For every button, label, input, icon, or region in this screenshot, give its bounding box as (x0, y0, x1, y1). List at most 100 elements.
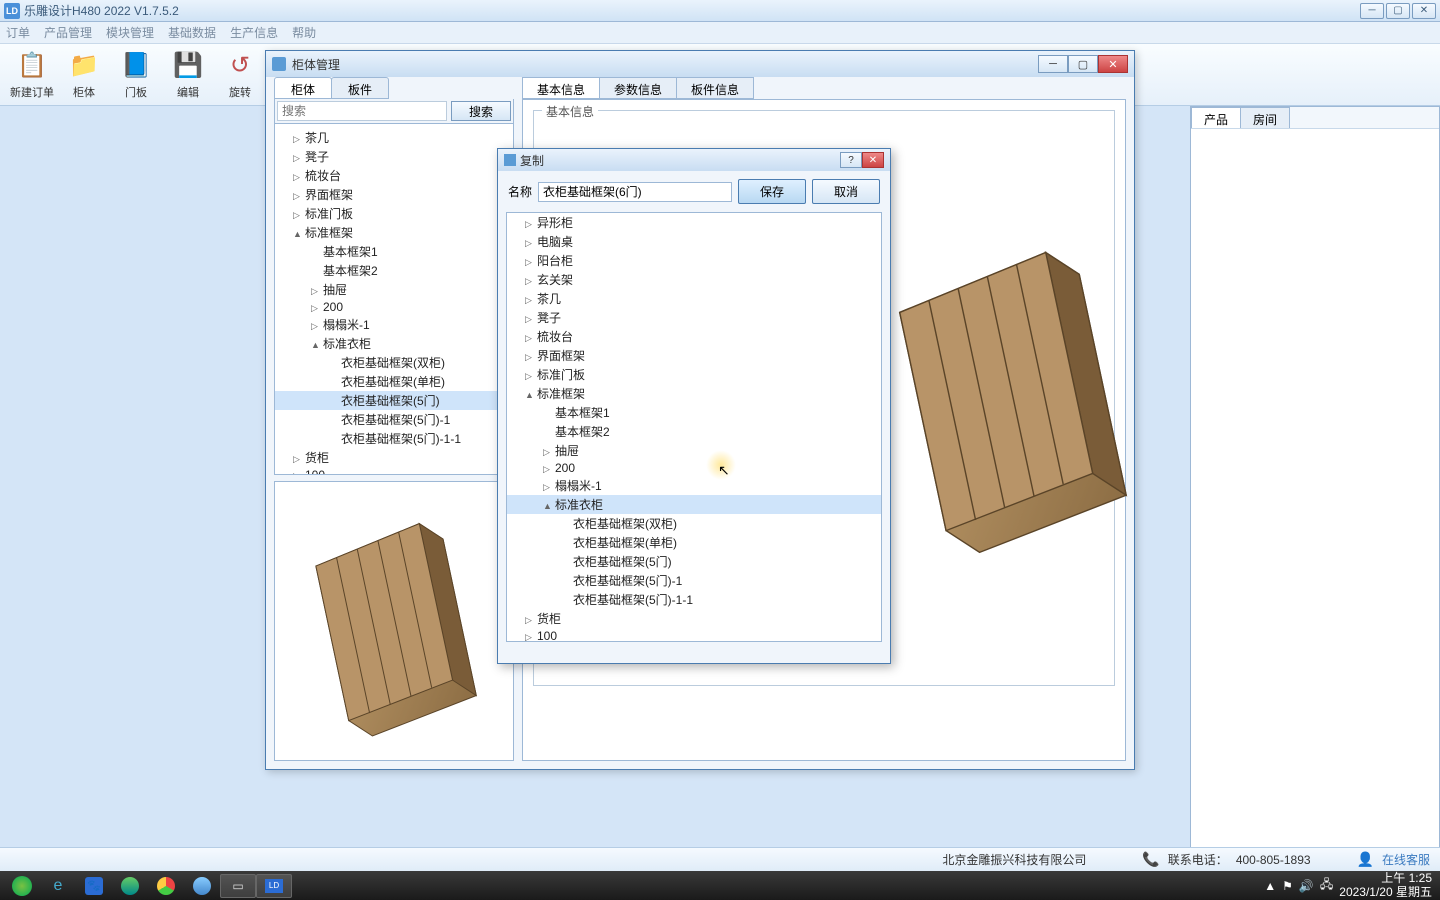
menu-product[interactable]: 产品管理 (44, 24, 92, 41)
close-button[interactable]: ✕ (1412, 3, 1436, 19)
tree-item[interactable]: ▷界面框架 (507, 346, 881, 365)
expand-icon[interactable]: ▷ (293, 471, 303, 475)
expand-icon[interactable]: ▷ (525, 371, 535, 382)
win1-minimize-button[interactable]: ─ (1038, 55, 1068, 73)
tree-item[interactable]: ▷梳妆台 (507, 327, 881, 346)
tree-item[interactable]: ▷阳台柜 (507, 251, 881, 270)
tab-param-info[interactable]: 参数信息 (599, 77, 677, 99)
taskbar-clock[interactable]: 上午 1:25 2023/1/20 星期五 (1339, 872, 1436, 898)
explorer-icon[interactable]: ▭ (220, 874, 256, 898)
chrome-icon[interactable] (148, 874, 184, 898)
tree-item[interactable]: ▷电脑桌 (507, 232, 881, 251)
tree-item[interactable]: ▷抽屉 (275, 280, 513, 299)
tray-flag-icon[interactable]: ⚑ (1282, 879, 1293, 893)
expand-icon[interactable]: ▷ (543, 447, 553, 458)
win1-close-button[interactable]: ✕ (1098, 55, 1128, 73)
search-button[interactable]: 搜索 (451, 101, 511, 121)
expand-icon[interactable]: ▷ (525, 333, 535, 344)
tree-item[interactable]: ▷200 (507, 460, 881, 476)
tree-item[interactable]: ▷榻榻米-1 (275, 315, 513, 334)
copy-close-button[interactable]: ✕ (862, 152, 884, 168)
tree-item[interactable]: ▷茶几 (275, 128, 513, 147)
expand-icon[interactable]: ▷ (293, 134, 303, 145)
tree-item[interactable]: ▷茶几 (507, 289, 881, 308)
cabinet-tree[interactable]: ▷茶几▷凳子▷梳妆台▷界面框架▷标准门板▲标准框架基本框架1基本框架2▷抽屉▷2… (274, 124, 514, 475)
app1-icon[interactable] (184, 874, 220, 898)
tree-item[interactable]: 基本框架2 (275, 261, 513, 280)
expand-icon[interactable]: ▷ (311, 303, 321, 314)
maximize-button[interactable]: ▢ (1386, 3, 1410, 19)
tree-item[interactable]: 衣柜基础框架(5门) (507, 552, 881, 571)
tree-item[interactable]: ▷货柜 (275, 448, 513, 467)
ie-icon[interactable]: e (40, 874, 76, 898)
expand-icon[interactable]: ▷ (525, 276, 535, 287)
menu-production[interactable]: 生产信息 (230, 24, 278, 41)
tree-item[interactable]: ▷界面框架 (275, 185, 513, 204)
menu-module[interactable]: 模块管理 (106, 24, 154, 41)
tray-network-icon[interactable]: 🖧 (1320, 875, 1333, 896)
expand-icon[interactable]: ▷ (293, 454, 303, 465)
search-input[interactable] (277, 101, 447, 121)
tree-item[interactable]: ▷榻榻米-1 (507, 476, 881, 495)
tree-item[interactable]: ▷抽屉 (507, 441, 881, 460)
expand-icon[interactable]: ▷ (543, 464, 553, 475)
tab-product[interactable]: 产品 (1191, 107, 1241, 128)
tree-item[interactable]: ▷标准门板 (275, 204, 513, 223)
tree-item[interactable]: ▷200 (275, 299, 513, 315)
tree-item[interactable]: 衣柜基础框架(5门)-1 (507, 571, 881, 590)
expand-icon[interactable]: ▷ (525, 219, 535, 230)
copy-target-tree[interactable]: ▷异形柜▷电脑桌▷阳台柜▷玄关架▷茶几▷凳子▷梳妆台▷界面框架▷标准门板▲标准框… (506, 212, 882, 642)
online-cs[interactable]: 在线客服 (1382, 851, 1430, 868)
tree-item[interactable]: 衣柜基础框架(5门)-1-1 (275, 429, 513, 448)
start-button[interactable] (4, 874, 40, 898)
tree-item[interactable]: ▷凳子 (507, 308, 881, 327)
expand-icon[interactable]: ▷ (525, 238, 535, 249)
tree-item[interactable]: 衣柜基础框架(双柜) (507, 514, 881, 533)
tray-volume-icon[interactable]: 🔊 (1299, 879, 1314, 893)
name-input[interactable] (538, 182, 732, 202)
tree-item[interactable]: 基本框架1 (275, 242, 513, 261)
tree-item[interactable]: 衣柜基础框架(单柜) (275, 372, 513, 391)
menu-basedata[interactable]: 基础数据 (168, 24, 216, 41)
tab-room[interactable]: 房间 (1240, 107, 1290, 128)
cabinet-mgmt-titlebar[interactable]: 柜体管理 ─ ▢ ✕ (266, 51, 1134, 77)
expand-icon[interactable]: ▷ (525, 632, 535, 642)
tab-panel[interactable]: 板件 (331, 77, 389, 99)
expand-icon[interactable]: ▷ (293, 153, 303, 164)
tree-item[interactable]: ▷凳子 (275, 147, 513, 166)
expand-icon[interactable]: ▲ (293, 229, 303, 239)
expand-icon[interactable]: ▲ (311, 340, 321, 350)
edge-icon[interactable] (112, 874, 148, 898)
tree-item[interactable]: ▷100 (275, 467, 513, 475)
minimize-button[interactable]: ─ (1360, 3, 1384, 19)
tree-item[interactable]: ▲标准框架 (275, 223, 513, 242)
toolbar-4[interactable]: ↺旋转 (214, 47, 266, 103)
tree-item[interactable]: ▷货柜 (507, 609, 881, 628)
expand-icon[interactable]: ▷ (525, 352, 535, 363)
baidu-icon[interactable]: 🐾 (76, 874, 112, 898)
win1-maximize-button[interactable]: ▢ (1068, 55, 1098, 73)
copy-dialog-titlebar[interactable]: 复制 ? ✕ (498, 149, 890, 171)
tree-item[interactable]: 基本框架1 (507, 403, 881, 422)
expand-icon[interactable]: ▷ (293, 210, 303, 221)
tab-panel-info[interactable]: 板件信息 (676, 77, 754, 99)
expand-icon[interactable]: ▷ (525, 615, 535, 626)
tab-cabinet[interactable]: 柜体 (274, 77, 332, 99)
expand-icon[interactable]: ▷ (525, 295, 535, 306)
cancel-button[interactable]: 取消 (812, 179, 880, 204)
expand-icon[interactable]: ▷ (543, 482, 553, 493)
tree-item[interactable]: ▷标准门板 (507, 365, 881, 384)
tray-arrow-icon[interactable]: ▲ (1264, 879, 1276, 893)
expand-icon[interactable]: ▷ (293, 191, 303, 202)
expand-icon[interactable]: ▷ (311, 321, 321, 332)
tree-item[interactable]: ▷梳妆台 (275, 166, 513, 185)
expand-icon[interactable]: ▲ (543, 501, 553, 511)
expand-icon[interactable]: ▷ (293, 172, 303, 183)
tree-item[interactable]: 衣柜基础框架(5门)-1-1 (507, 590, 881, 609)
tree-item[interactable]: ▲标准框架 (507, 384, 881, 403)
expand-icon[interactable]: ▷ (311, 286, 321, 297)
toolbar-3[interactable]: 💾编辑 (162, 47, 214, 103)
expand-icon[interactable]: ▲ (525, 390, 535, 400)
tree-item[interactable]: ▲标准衣柜 (507, 495, 881, 514)
tree-item[interactable]: 衣柜基础框架(单柜) (507, 533, 881, 552)
